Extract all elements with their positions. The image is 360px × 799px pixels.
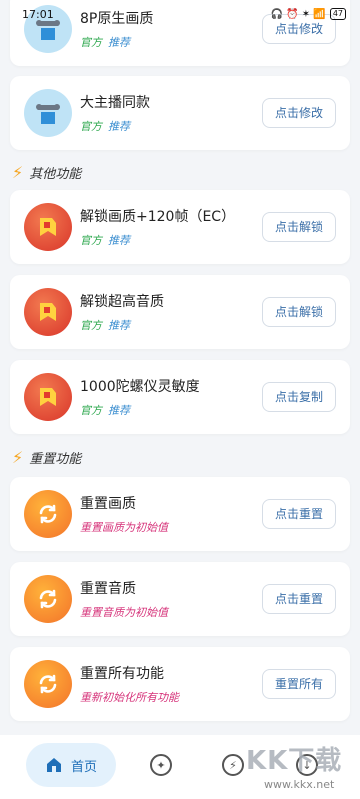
refresh-icon (24, 575, 72, 623)
reset-all-button[interactable]: 重置所有 (262, 669, 336, 699)
section-other-functions: ⚡ 其他功能 (12, 162, 81, 182)
lightning-icon: ⚡ (12, 447, 24, 467)
card-subtitle: 官方 推荐 (80, 404, 130, 417)
card-subtitle: 官方 推荐 (80, 36, 130, 49)
watermark-url: www.kkx.net (264, 778, 335, 791)
card-title: 解锁超高音质 (80, 294, 164, 310)
feature-card-reset-all: 重置所有功能 重新初始化所有功能 重置所有 (10, 647, 350, 721)
reset-button[interactable]: 点击重置 (262, 584, 336, 614)
card-title: 重置画质 (80, 496, 136, 512)
status-bar: 17:01 🎧 ⏰ ✶ 📶 47 (0, 0, 360, 28)
feature-card-streamer: 大主播同款 官方 推荐 点击修改 (10, 76, 350, 150)
section-label: 其他功能 (29, 166, 82, 182)
section-label: 重置功能 (29, 451, 82, 467)
card-title: 解锁画质+120帧（EC） (80, 209, 236, 225)
modify-button[interactable]: 点击修改 (262, 98, 336, 128)
section-reset-functions: ⚡ 重置功能 (12, 447, 81, 467)
lightning-icon: ⚡ (12, 162, 24, 182)
feature-card-unlock-audio: 解锁超高音质 官方 推荐 点击解锁 (10, 275, 350, 349)
feature-card-reset-audio: 重置音质 重置音质为初始值 点击重置 (10, 562, 350, 636)
card-subtitle: 重置音质为初始值 (80, 606, 168, 619)
unlock-button[interactable]: 点击解锁 (262, 212, 336, 242)
compass-icon[interactable]: ✦ (150, 754, 172, 776)
reset-button[interactable]: 点击重置 (262, 499, 336, 529)
status-icons: 🎧 ⏰ ✶ 📶 47 (271, 8, 346, 20)
refresh-icon (24, 490, 72, 538)
status-time: 17:01 (22, 7, 54, 21)
card-title: 重置所有功能 (80, 666, 164, 682)
feature-card-reset-quality: 重置画质 重置画质为初始值 点击重置 (10, 477, 350, 551)
card-subtitle: 官方 推荐 (80, 120, 130, 133)
feature-card-unlock-120fps: 解锁画质+120帧（EC） 官方 推荐 点击解锁 (10, 190, 350, 264)
card-subtitle: 官方 推荐 (80, 234, 130, 247)
feature-card-gyro: 1000陀螺仪灵敏度 官方 推荐 点击复制 (10, 360, 350, 434)
tools-icon (24, 89, 72, 137)
watermark-logo: KK下载 (246, 746, 343, 776)
nav-home-tab[interactable]: 首页 (26, 743, 116, 787)
lightning-nav-icon[interactable]: ⚡ (222, 754, 244, 776)
nav-home-label: 首页 (70, 759, 97, 775)
app-icon (24, 288, 72, 336)
copy-button[interactable]: 点击复制 (262, 382, 336, 412)
card-subtitle: 重新初始化所有功能 (80, 691, 179, 704)
refresh-icon (24, 660, 72, 708)
battery-icon: 47 (329, 8, 346, 20)
app-icon (24, 373, 72, 421)
card-title: 1000陀螺仪灵敏度 (80, 379, 200, 395)
card-subtitle: 官方 推荐 (80, 319, 130, 332)
unlock-button[interactable]: 点击解锁 (262, 297, 336, 327)
card-title: 大主播同款 (80, 95, 150, 111)
home-icon (46, 758, 61, 772)
card-subtitle: 重置画质为初始值 (80, 521, 168, 534)
card-title: 重置音质 (80, 581, 136, 597)
app-icon (24, 203, 72, 251)
status-symbols: 🎧 ⏰ ✶ 📶 (270, 8, 326, 20)
